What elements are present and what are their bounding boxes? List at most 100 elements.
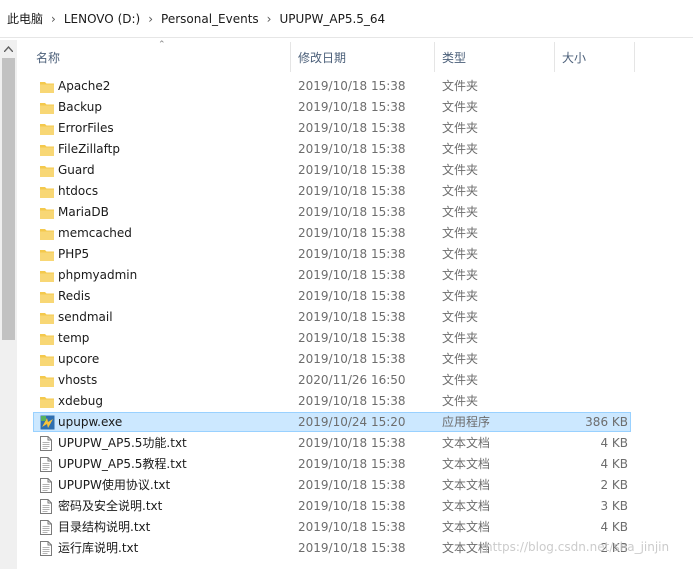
file-type: 文件夹 — [442, 289, 479, 303]
folder-icon — [40, 226, 54, 241]
file-row[interactable]: Apache2 2019/10/18 15:38 文件夹 — [0, 76, 693, 97]
file-date-modified: 2019/10/18 15:38 — [298, 121, 406, 135]
breadcrumb-item[interactable]: UPUPW_AP5.5_64 — [279, 12, 385, 26]
folder-icon — [40, 310, 54, 325]
file-row[interactable]: vhosts 2020/11/26 16:50 文件夹 — [0, 370, 693, 391]
file-type: 文件夹 — [442, 268, 479, 282]
file-date-modified: 2019/10/18 15:38 — [298, 478, 406, 492]
file-size: 386 KB — [585, 415, 628, 429]
file-name: FileZillaftp — [58, 142, 120, 156]
watermark-text: https://blog.csdn.net/sha_jinjin — [485, 540, 670, 554]
folder-icon — [40, 100, 54, 115]
file-date-modified: 2019/10/18 15:38 — [298, 268, 406, 282]
folder-icon — [40, 163, 54, 178]
file-date-modified: 2019/10/18 15:38 — [298, 247, 406, 261]
file-type: 文件夹 — [442, 247, 479, 261]
file-date-modified: 2019/10/18 15:38 — [298, 352, 406, 366]
file-name: 目录结构说明.txt — [58, 520, 151, 534]
file-type: 文本文档 — [442, 457, 491, 471]
file-row[interactable]: UPUPW_AP5.5功能.txt 2019/10/18 15:38 文本文档 4 K… — [0, 433, 693, 454]
file-type: 文本文档 — [442, 541, 491, 555]
file-name: Guard — [58, 163, 95, 177]
file-type: 应用程序 — [442, 415, 491, 429]
file-date-modified: 2019/10/18 15:38 — [298, 457, 406, 471]
file-row[interactable]: Guard 2019/10/18 15:38 文件夹 — [0, 160, 693, 181]
folder-icon — [40, 331, 54, 346]
file-row[interactable]: memcached 2019/10/18 15:38 文件夹 — [0, 223, 693, 244]
file-name: xdebug — [58, 394, 103, 408]
file-row[interactable]: PHP5 2019/10/18 15:38 文件夹 — [0, 244, 693, 265]
breadcrumb-item[interactable]: LENOVO (D:) — [64, 12, 140, 26]
file-date-modified: 2019/10/18 15:38 — [298, 541, 406, 555]
file-name: MariaDB — [58, 205, 109, 219]
chevron-right-icon[interactable]: › — [51, 12, 56, 26]
breadcrumb: 此电脑 › LENOVO (D:) › Personal_Events › UPUPW_AP… — [0, 0, 693, 38]
column-header-date-label: 修改日期 — [298, 50, 347, 65]
file-date-modified: 2019/10/18 15:38 — [298, 142, 406, 156]
file-row[interactable]: upcore 2019/10/18 15:38 文件夹 — [0, 349, 693, 370]
file-size — [555, 307, 628, 328]
file-row[interactable]: 目录结构说明.txt 2019/10/18 15:38 文本文档 4 KB — [0, 517, 693, 538]
folder-icon — [40, 184, 54, 199]
file-size — [555, 265, 628, 286]
column-header-date[interactable]: 修改日期 — [290, 38, 434, 76]
file-row[interactable]: Redis 2019/10/18 15:38 文件夹 — [0, 286, 693, 307]
file-type: 文本文档 — [442, 478, 491, 492]
folder-icon — [40, 247, 54, 262]
file-row[interactable]: htdocs 2019/10/18 15:38 文件夹 — [0, 181, 693, 202]
file-name: vhosts — [58, 373, 98, 387]
file-size — [555, 181, 628, 202]
file-name: Apache2 — [58, 79, 111, 93]
file-size — [555, 202, 628, 223]
column-header-type-label: 类型 — [442, 50, 467, 65]
file-size: 4 KB — [600, 520, 628, 534]
file-name: UPUPW_AP5.5教程.txt — [58, 457, 187, 471]
file-date-modified: 2019/10/18 15:38 — [298, 436, 406, 450]
file-size: 3 KB — [600, 499, 628, 513]
folder-icon — [40, 373, 54, 388]
file-type: 文件夹 — [442, 226, 479, 240]
file-row[interactable]: upupw.exe 2019/10/24 15:20 应用程序 386 KB — [0, 412, 693, 433]
folder-icon — [40, 352, 54, 367]
file-name: ErrorFiles — [58, 121, 114, 135]
file-name: 运行库说明.txt — [58, 541, 139, 555]
file-size — [555, 160, 628, 181]
file-row[interactable]: temp 2019/10/18 15:38 文件夹 — [0, 328, 693, 349]
folder-icon — [40, 121, 54, 136]
file-row[interactable]: ErrorFiles 2019/10/18 15:38 文件夹 — [0, 118, 693, 139]
file-date-modified: 2019/10/18 15:38 — [298, 100, 406, 114]
file-row[interactable]: phpmyadmin 2019/10/18 15:38 文件夹 — [0, 265, 693, 286]
file-size — [555, 139, 628, 160]
breadcrumb-item[interactable]: Personal_Events — [161, 12, 259, 26]
file-name: temp — [58, 331, 90, 345]
file-date-modified: 2020/11/26 16:50 — [298, 373, 406, 387]
file-type: 文件夹 — [442, 79, 479, 93]
file-type: 文件夹 — [442, 184, 479, 198]
file-row[interactable]: FileZillaftp 2019/10/18 15:38 文件夹 — [0, 139, 693, 160]
file-row[interactable]: sendmail 2019/10/18 15:38 文件夹 — [0, 307, 693, 328]
column-header-name[interactable]: 名称 — [28, 38, 298, 76]
breadcrumb-item[interactable]: 此电脑 — [7, 10, 43, 27]
chevron-right-icon[interactable]: › — [267, 12, 272, 26]
folder-icon — [40, 79, 54, 94]
file-row[interactable]: 密码及安全说明.txt 2019/10/18 15:38 文本文档 3 KB — [0, 496, 693, 517]
file-size — [555, 286, 628, 307]
column-header-size[interactable]: 大小 — [554, 38, 634, 76]
column-divider[interactable] — [634, 42, 635, 72]
scroll-up-arrow-icon[interactable] — [0, 40, 17, 57]
file-row[interactable]: UPUPW_AP5.5教程.txt 2019/10/18 15:38 文本文档 4 K… — [0, 454, 693, 475]
file-row[interactable]: MariaDB 2019/10/18 15:38 文件夹 — [0, 202, 693, 223]
file-row[interactable]: UPUPW使用协议.txt 2019/10/18 15:38 文本文档 2 KB — [0, 475, 693, 496]
file-type: 文本文档 — [442, 520, 491, 534]
file-type: 文件夹 — [442, 373, 479, 387]
column-header-type[interactable]: 类型 — [434, 38, 554, 76]
file-date-modified: 2019/10/18 15:38 — [298, 394, 406, 408]
file-row[interactable]: xdebug 2019/10/18 15:38 文件夹 — [0, 391, 693, 412]
file-date-modified: 2019/10/18 15:38 — [298, 499, 406, 513]
file-size — [555, 97, 628, 118]
file-date-modified: 2019/10/18 15:38 — [298, 163, 406, 177]
file-type: 文件夹 — [442, 310, 479, 324]
chevron-right-icon[interactable]: › — [148, 12, 153, 26]
file-name: htdocs — [58, 184, 99, 198]
file-row[interactable]: Backup 2019/10/18 15:38 文件夹 — [0, 97, 693, 118]
